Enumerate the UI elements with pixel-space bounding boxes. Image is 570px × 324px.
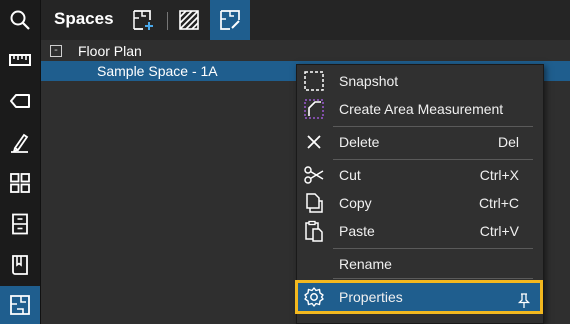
- menu-item-label: Snapshot: [339, 73, 399, 89]
- menu-item-copy[interactable]: Copy Ctrl+C: [297, 189, 543, 217]
- pin-button[interactable]: [517, 289, 531, 308]
- tag-tool-button[interactable]: [0, 84, 40, 118]
- menu-separator: [333, 159, 533, 160]
- ruler-icon: [9, 54, 31, 66]
- left-toolbar: [0, 0, 41, 324]
- hatch-pattern-button[interactable]: [169, 0, 209, 40]
- menu-item-create-area-measurement[interactable]: Create Area Measurement: [297, 95, 543, 123]
- search-icon: [10, 10, 30, 30]
- area-measurement-icon: [304, 99, 324, 119]
- menu-separator: [333, 126, 533, 127]
- spaces-tool-button[interactable]: [0, 286, 40, 324]
- menu-item-paste[interactable]: Paste Ctrl+V: [297, 217, 543, 245]
- menu-item-rename[interactable]: Rename: [297, 250, 543, 278]
- book-tool-button[interactable]: [0, 248, 40, 282]
- add-space-icon: [133, 10, 153, 30]
- edit-space-button[interactable]: [210, 0, 250, 40]
- tag-icon: [10, 94, 30, 108]
- cabinet-tool-button[interactable]: [0, 207, 40, 241]
- tree-item-label: Floor Plan: [78, 43, 142, 59]
- menu-item-delete[interactable]: Delete Del: [297, 128, 543, 156]
- spaces-header: Spaces: [41, 0, 570, 40]
- menu-item-shortcut: Ctrl+X: [479, 167, 519, 183]
- menu-item-cut[interactable]: Cut Ctrl+X: [297, 161, 543, 189]
- collapse-toggle[interactable]: -: [50, 45, 62, 57]
- menu-item-label: Paste: [339, 223, 375, 239]
- menu-item-snapshot[interactable]: Snapshot: [297, 67, 543, 95]
- book-icon: [12, 255, 28, 275]
- edit-space-icon: [220, 10, 240, 30]
- menu-item-label: Rename: [339, 256, 392, 272]
- menu-item-label: Copy: [339, 195, 372, 211]
- paste-icon: [305, 220, 323, 242]
- menu-item-properties[interactable]: Properties: [295, 280, 543, 314]
- hatch-pattern-icon: [179, 10, 199, 30]
- tree-item-label: Sample Space - 1A: [97, 63, 218, 79]
- spaces-icon: [10, 295, 30, 315]
- delete-x-icon: [307, 135, 321, 149]
- menu-item-label: Create Area Measurement: [339, 101, 504, 117]
- scissors-icon: [304, 166, 324, 184]
- tree-item-floor-plan[interactable]: - Floor Plan: [41, 41, 570, 61]
- menu-separator: [333, 278, 533, 279]
- pin-icon: [517, 293, 531, 308]
- menu-separator: [333, 248, 533, 249]
- snapshot-icon: [304, 71, 324, 91]
- header-divider: [167, 12, 168, 30]
- measure-tool-button[interactable]: [0, 43, 40, 77]
- page-title: Spaces: [54, 9, 114, 28]
- grid-view-icon: [10, 173, 30, 193]
- menu-item-shortcut: Del: [497, 134, 519, 150]
- menu-item-shortcut: Ctrl+V: [479, 223, 519, 239]
- grid-view-button[interactable]: [0, 166, 40, 200]
- gear-icon: [304, 287, 324, 307]
- menu-item-label: Cut: [339, 167, 361, 183]
- copy-icon: [306, 193, 323, 213]
- markup-tool-button[interactable]: [0, 126, 40, 160]
- menu-item-label: Delete: [339, 134, 380, 150]
- markup-pen-icon: [11, 133, 29, 153]
- search-tool-button[interactable]: [0, 3, 40, 37]
- context-menu: Snapshot Create Area Measurement Delete …: [295, 64, 544, 324]
- add-space-button[interactable]: [123, 0, 163, 40]
- cabinet-icon: [12, 213, 28, 235]
- menu-item-shortcut: Ctrl+C: [478, 195, 519, 211]
- menu-item-label: Properties: [339, 289, 403, 305]
